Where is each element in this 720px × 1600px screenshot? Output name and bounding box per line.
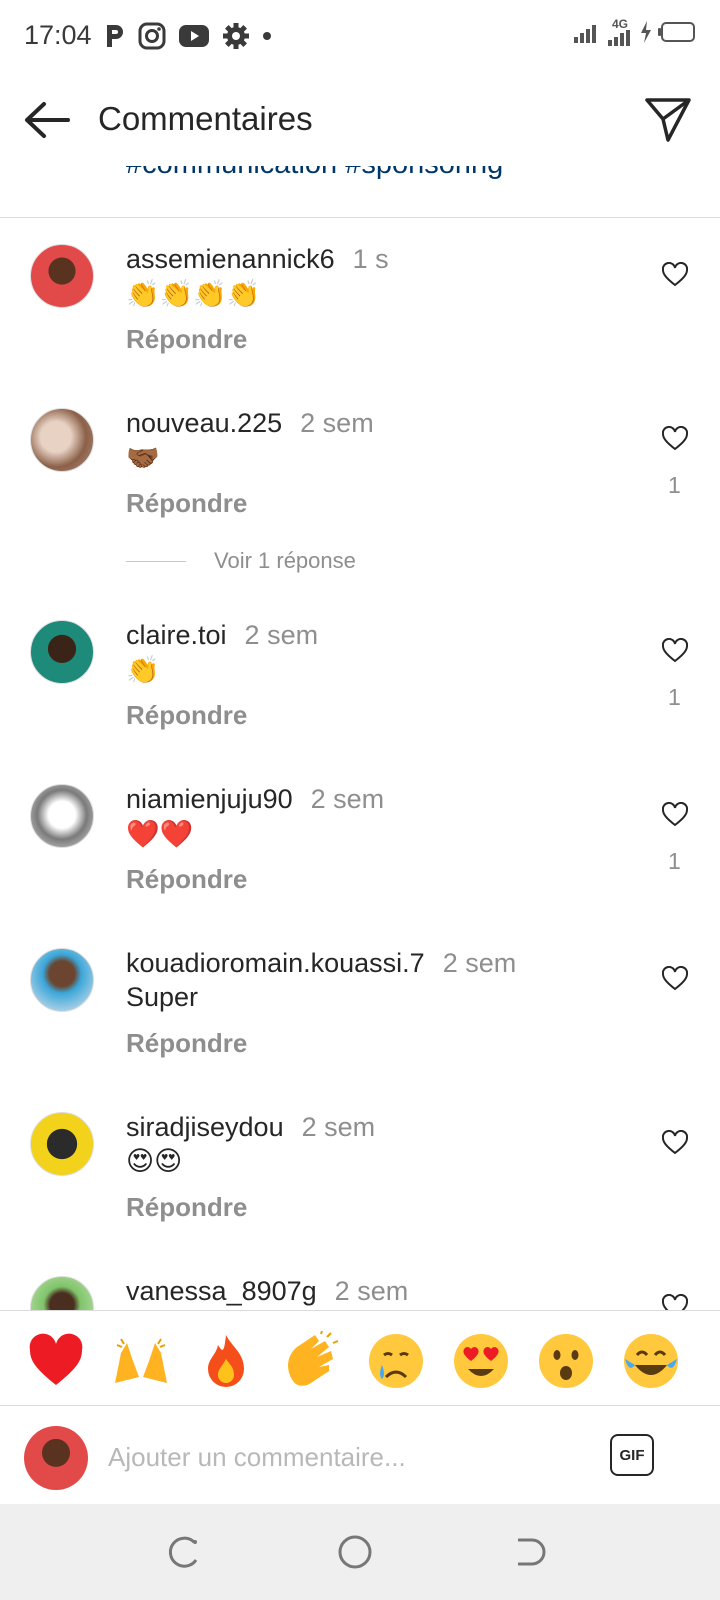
comment-time: 2 sem — [301, 1112, 376, 1142]
view-replies-label: Voir 1 réponse — [214, 548, 356, 573]
reply-button[interactable]: Répondre — [126, 864, 247, 895]
avatar[interactable] — [30, 948, 94, 1012]
heart-icon[interactable] — [662, 638, 688, 664]
comment-time: 2 sem — [310, 784, 385, 814]
heart-icon[interactable] — [662, 1130, 688, 1156]
notification-icons — [104, 20, 272, 52]
comment-time: 2 sem — [442, 948, 517, 978]
comment-compose-bar: GIF — [0, 1406, 720, 1504]
comment-text: 😍😍 — [126, 1146, 183, 1176]
heart-icon[interactable] — [662, 1294, 688, 1310]
like-count: 1 — [668, 848, 681, 874]
battery-icon — [658, 22, 695, 42]
reply-button[interactable]: Répondre — [126, 488, 247, 519]
network-4g: 4G — [608, 18, 634, 46]
comment-username[interactable]: kouadioromain.kouassi.7 2 sem — [126, 948, 516, 979]
gif-button[interactable]: GIF — [610, 1434, 654, 1476]
comment-item: siradjiseydou 2 sem 😍😍 Répondre — [0, 1086, 720, 1236]
system-navigation-bar — [0, 1504, 720, 1600]
comment-username[interactable]: claire.toi 2 sem — [126, 620, 318, 651]
comment-text: 👏 — [126, 655, 160, 685]
comment-time: 1 s — [352, 244, 389, 274]
comment-username[interactable]: vanessa_8907g 2 sem — [126, 1276, 408, 1307]
crying-face-emoji-button[interactable] — [366, 1331, 426, 1391]
back-arrow-icon[interactable] — [22, 98, 72, 142]
comment-username[interactable]: assemienannick6 1 s — [126, 244, 389, 275]
surprised-face-emoji-button[interactable] — [536, 1331, 596, 1391]
avatar[interactable] — [30, 244, 94, 308]
heart-icon[interactable] — [662, 802, 688, 828]
avatar[interactable] — [30, 1112, 94, 1176]
comment-username[interactable]: siradjiseydou 2 sem — [126, 1112, 375, 1143]
youtube-icon — [179, 25, 209, 47]
instagram-icon — [138, 22, 166, 50]
comment-item: kouadioromain.kouassi.7 2 sem Super Répon… — [0, 922, 720, 1072]
settings-icon — [223, 23, 249, 49]
view-replies-button[interactable]: Voir 1 réponse — [126, 546, 356, 576]
divider — [126, 560, 186, 562]
signal-icon — [574, 25, 596, 43]
fire-emoji-button[interactable] — [196, 1331, 256, 1391]
heart-icon[interactable] — [662, 262, 688, 288]
p-icon — [107, 25, 123, 47]
signal-icon-2 — [608, 30, 630, 46]
comment-text: 👏👏👏👏 — [126, 279, 261, 309]
comment-item: assemienannick6 1 s 👏👏👏👏 Répondre — [0, 218, 720, 368]
back-nav-icon[interactable] — [506, 1532, 546, 1572]
status-bar: 17:04 4G — [0, 0, 720, 72]
page-title: Commentaires — [98, 100, 313, 137]
status-time: 17:04 — [24, 20, 92, 50]
home-icon[interactable] — [335, 1532, 375, 1572]
heart-emoji-button[interactable] — [26, 1331, 86, 1391]
comment-list[interactable]: assemienannick6 1 s 👏👏👏👏 Répondre nouveau… — [0, 218, 720, 1310]
comment-text: 🤝🏾 — [126, 443, 160, 473]
avatar[interactable] — [30, 784, 94, 848]
dot-icon — [263, 32, 271, 40]
comment-item: nouveau.225 2 sem 🤝🏾 Répondre 1 — [0, 382, 720, 532]
comment-time: 2 sem — [244, 620, 319, 650]
emoji-quick-bar — [0, 1310, 720, 1406]
heart-icon[interactable] — [662, 426, 688, 452]
avatar[interactable] — [30, 1276, 94, 1310]
comment-username[interactable]: niamienjuju90 2 sem — [126, 784, 384, 815]
comment-text: ❤️❤️ — [126, 819, 194, 849]
comment-text: Super — [126, 982, 199, 1012]
like-count: 1 — [668, 472, 681, 498]
comment-input[interactable] — [108, 1434, 568, 1480]
comment-item: niamienjuju90 2 sem ❤️❤️ Répondre 1 — [0, 758, 720, 908]
recent-apps-icon[interactable] — [164, 1532, 204, 1572]
heart-eyes-emoji-button[interactable] — [451, 1331, 511, 1391]
avatar[interactable] — [30, 408, 94, 472]
share-send-icon[interactable] — [644, 96, 692, 144]
raising-hands-emoji-button[interactable] — [111, 1331, 171, 1391]
tears-of-joy-emoji-button[interactable] — [621, 1331, 681, 1391]
avatar[interactable] — [30, 620, 94, 684]
system-indicators: 4G — [574, 18, 696, 46]
charging-icon — [641, 21, 651, 43]
reply-button[interactable]: Répondre — [126, 324, 247, 355]
comment-time: 2 sem — [334, 1276, 409, 1306]
comment-time: 2 sem — [300, 408, 374, 438]
avatar — [24, 1426, 88, 1490]
reply-button[interactable]: Répondre — [126, 700, 247, 731]
heart-icon[interactable] — [662, 966, 688, 992]
comment-item: claire.toi 2 sem 👏 Répondre 1 — [0, 594, 720, 744]
reply-button[interactable]: Répondre — [126, 1192, 247, 1223]
clapping-hands-emoji-button[interactable] — [281, 1330, 341, 1391]
like-count: 1 — [668, 684, 681, 710]
comment-username[interactable]: nouveau.225 2 sem — [126, 408, 374, 439]
comment-item: vanessa_8907g 2 sem — [0, 1250, 720, 1310]
reply-button[interactable]: Répondre — [126, 1028, 247, 1059]
header-bar: Commentaires — [0, 72, 720, 166]
